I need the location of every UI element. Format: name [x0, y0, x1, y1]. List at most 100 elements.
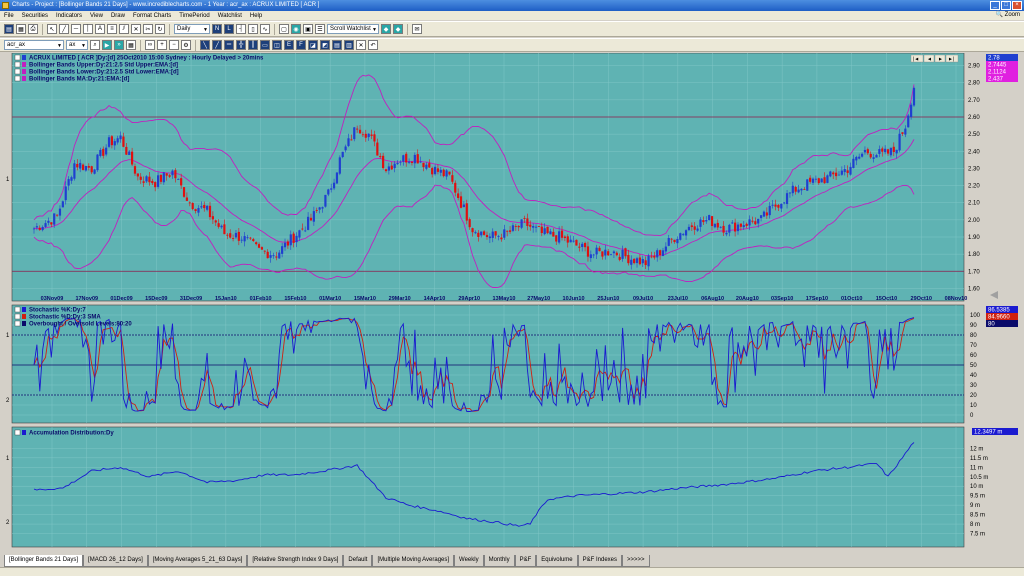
menu-format-charts[interactable]: Format Charts: [133, 13, 171, 19]
menu-draw[interactable]: Draw: [111, 13, 125, 19]
candle-body: [713, 223, 717, 228]
menu-view[interactable]: View: [90, 13, 103, 19]
candle-body: [194, 209, 197, 211]
scale-badge-ad: 12.3497 m: [974, 430, 1002, 436]
scroll-left-icon[interactable]: [990, 291, 998, 299]
earth-icon[interactable]: ◉: [291, 24, 301, 34]
legend-checkbox[interactable]: [14, 54, 21, 61]
scroll-up-icon[interactable]: ◆: [381, 24, 391, 34]
menu-help[interactable]: Help: [250, 13, 262, 19]
horizontal-line-icon[interactable]: ─: [71, 24, 81, 34]
new-chart-icon[interactable]: N: [212, 24, 222, 34]
tab-more[interactable]: >>>>>: [622, 555, 650, 567]
tab-pnf[interactable]: P&F: [514, 555, 537, 567]
settings-icon[interactable]: ⚙: [181, 40, 191, 50]
menu-timeperiod[interactable]: TimePeriod: [179, 13, 209, 19]
draw-tool-8-icon[interactable]: E: [284, 40, 294, 50]
period-select[interactable]: Daily ▼: [174, 24, 210, 34]
eraser-icon[interactable]: ✕: [131, 24, 141, 34]
grid-icon[interactable]: ▦: [126, 40, 136, 50]
draw-tool-11-icon[interactable]: ◩: [320, 40, 330, 50]
bars-icon[interactable]: ┤: [236, 24, 246, 34]
zoom-out-icon[interactable]: −: [169, 40, 179, 50]
legend-checkbox[interactable]: [14, 320, 21, 327]
tab-macd[interactable]: [MACD 26_12 Days]: [83, 555, 148, 567]
pointer-icon[interactable]: ↖: [47, 24, 57, 34]
draw-tool-3-icon[interactable]: ═: [224, 40, 234, 50]
tab-weekly[interactable]: Weekly: [454, 555, 484, 567]
menu-indicators[interactable]: Indicators: [56, 13, 82, 19]
candle-body: [70, 177, 73, 181]
binoculars-icon[interactable]: ∞: [145, 40, 155, 50]
menu-securities[interactable]: Securities: [22, 13, 48, 19]
candle-body: [451, 175, 454, 182]
tab-rsi[interactable]: [Relative Strength Index 9 Days]: [247, 555, 344, 567]
go-icon[interactable]: ▶: [102, 40, 112, 50]
draw-tool-6-icon[interactable]: ▭: [260, 40, 270, 50]
tab-bollinger-bands[interactable]: [Bollinger Bands 21 Days]: [4, 555, 84, 567]
tab-monthly[interactable]: Monthly: [483, 555, 515, 567]
scissors-icon[interactable]: ✂: [143, 24, 153, 34]
search-icon[interactable]: ⌕: [90, 40, 100, 50]
legend-checkbox[interactable]: [14, 429, 21, 436]
draw-tool-13-icon[interactable]: ▥: [344, 40, 354, 50]
draw-tool-9-icon[interactable]: F: [296, 40, 306, 50]
forward-icon[interactable]: »: [114, 40, 124, 50]
line-chart-icon[interactable]: ∿: [260, 24, 270, 34]
legend-checkbox[interactable]: [14, 306, 21, 313]
tab-default[interactable]: Default: [343, 555, 373, 567]
chart-icon[interactable]: ▤: [4, 24, 14, 34]
close-button[interactable]: ×: [1012, 1, 1022, 10]
tab-equivolume[interactable]: Equivolume: [536, 555, 578, 567]
draw-tool-2-icon[interactable]: ╱: [212, 40, 222, 50]
maximize-button[interactable]: □: [1001, 1, 1011, 10]
delete-drawing-icon[interactable]: ✕: [356, 40, 366, 50]
candle-body: [292, 233, 295, 243]
text-icon[interactable]: A: [95, 24, 105, 34]
undo-icon[interactable]: ↶: [368, 40, 378, 50]
scroll-down-icon[interactable]: ◆: [393, 24, 403, 34]
trendline-icon[interactable]: ╱: [59, 24, 69, 34]
watchlist-select[interactable]: Scroll Watchlist ▼: [327, 24, 379, 34]
zoom-button[interactable]: 🔍 Zoom: [996, 11, 1020, 18]
draw-tool-10-icon[interactable]: ◪: [308, 40, 318, 50]
print-icon[interactable]: ⎙: [28, 24, 38, 34]
legend-checkbox[interactable]: [14, 75, 21, 82]
refresh-icon[interactable]: ↻: [155, 24, 165, 34]
tab-pnf-indexes[interactable]: P&F Indexes: [577, 555, 622, 567]
draw-tool-1-icon[interactable]: ╲: [200, 40, 210, 50]
exchange-select[interactable]: ax ▼: [66, 40, 88, 50]
channel-icon[interactable]: ⫽: [119, 24, 129, 34]
chart-canvas[interactable]: 2.90 2.80 2.70 2.60 2.50 2.40 2.30 2.20 2.10 2.00…: [4, 52, 1020, 551]
layout-icon[interactable]: ▦: [16, 24, 26, 34]
price-side-label: 1: [6, 177, 10, 183]
draw-tool-4-icon[interactable]: ╬: [236, 40, 246, 50]
candle-body: [341, 151, 344, 158]
draw-tool-5-icon[interactable]: ║: [248, 40, 258, 50]
fibonacci-icon[interactable]: ≡: [107, 24, 117, 34]
candles-icon[interactable]: ▯: [248, 24, 258, 34]
zoom-in-icon[interactable]: +: [157, 40, 167, 50]
candle-body: [474, 232, 477, 234]
page-icon[interactable]: ▢: [279, 24, 289, 34]
legend-checkbox[interactable]: [14, 68, 21, 75]
tab-moving-averages[interactable]: [Moving Averages 5_21_63 Days]: [147, 555, 248, 567]
list-icon[interactable]: ☰: [315, 24, 325, 34]
minimize-button[interactable]: _: [990, 1, 1000, 10]
draw-tool-12-icon[interactable]: ▤: [332, 40, 342, 50]
vertical-line-icon[interactable]: │: [83, 24, 93, 34]
lock-icon[interactable]: ▣: [303, 24, 313, 34]
envelope-icon[interactable]: ✉: [412, 24, 422, 34]
legend-checkbox[interactable]: [14, 313, 21, 320]
menu-watchlist[interactable]: Watchlist: [218, 13, 242, 19]
candle-body: [332, 182, 336, 189]
chart-area[interactable]: 2.90 2.80 2.70 2.60 2.50 2.40 2.30 2.20 2.10 2.00…: [4, 52, 1020, 551]
menu-file[interactable]: File: [4, 13, 14, 19]
log-scale-icon[interactable]: L: [224, 24, 234, 34]
security-input[interactable]: acr_ax ▼: [4, 40, 64, 50]
tab-multiple-moving-averages[interactable]: [Multiple Moving Averages]: [372, 555, 455, 567]
draw-tool-7-icon[interactable]: ◫: [272, 40, 282, 50]
stochastic-y-axis: 1009080706050403020100: [970, 313, 981, 419]
stoch-scale-badges: 86.5385 84.9660 80: [986, 306, 1018, 328]
legend-checkbox[interactable]: [14, 61, 21, 68]
